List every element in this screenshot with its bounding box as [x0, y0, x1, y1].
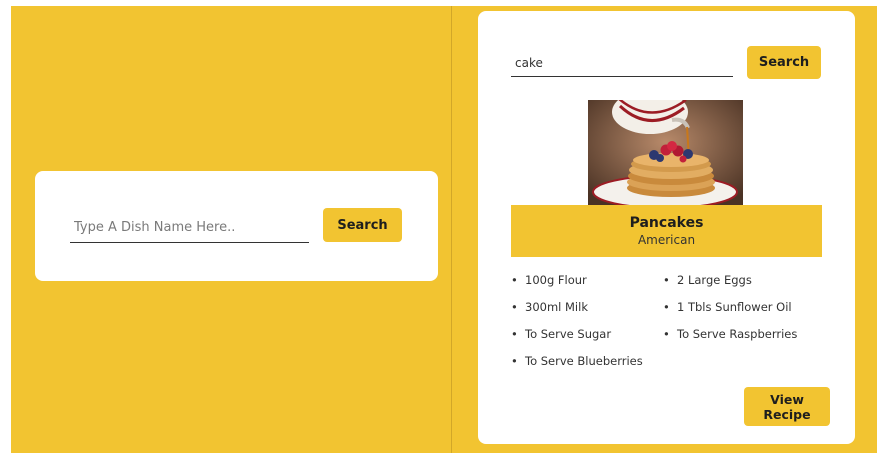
dish-search-input[interactable] [70, 213, 309, 243]
pancakes-image [588, 100, 743, 205]
ingredient-item: 2 Large Eggs [663, 273, 752, 287]
result-search-input[interactable] [511, 49, 733, 77]
view-recipe-button[interactable]: View Recipe [744, 387, 830, 426]
recipe-title-bar: Pancakes American [511, 205, 822, 257]
ingredient-item: To Serve Blueberries [511, 354, 643, 368]
ingredient-item: 1 Tbls Sunflower Oil [663, 300, 792, 314]
result-search-button[interactable]: Search [747, 46, 821, 79]
ingredient-item: To Serve Sugar [511, 327, 611, 341]
search-button[interactable]: Search [323, 208, 402, 242]
search-card: Search [35, 171, 438, 281]
ingredient-item: 100g Flour [511, 273, 587, 287]
ingredient-item: 300ml Milk [511, 300, 588, 314]
result-card: Search [478, 11, 855, 444]
pancakes-icon [588, 100, 743, 205]
panel-divider [451, 6, 452, 453]
recipe-cuisine: American [637, 233, 696, 247]
ingredient-item: To Serve Raspberries [663, 327, 797, 341]
recipe-title: Pancakes [629, 215, 704, 231]
